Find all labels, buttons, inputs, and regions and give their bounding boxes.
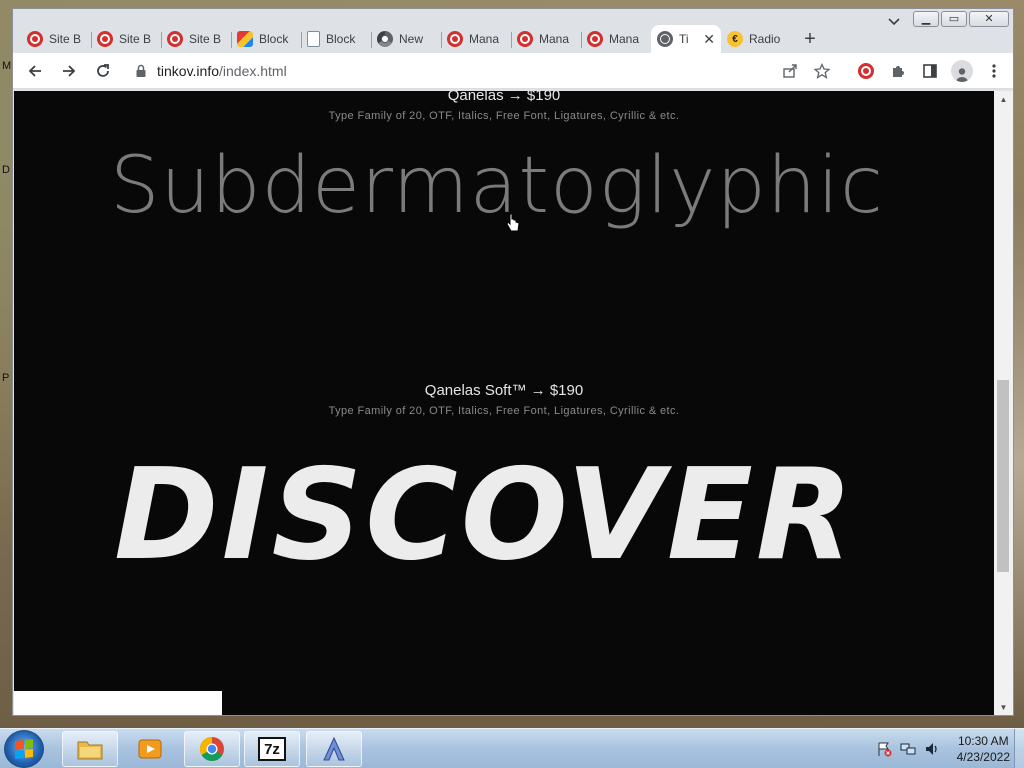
doc-icon <box>307 31 320 47</box>
ublock-icon <box>517 31 533 47</box>
tab[interactable]: Mana <box>441 25 511 53</box>
ublock-icon <box>167 31 183 47</box>
tab-label: Ti <box>679 32 689 46</box>
media-player-icon <box>138 739 162 759</box>
tab-label: Radio <box>749 32 781 46</box>
tab-label: Site B <box>189 32 222 46</box>
tab-strip: Site B Site B Site B Block Block New Man… <box>13 23 1013 53</box>
taskbar-media-player[interactable] <box>122 731 178 767</box>
overlay-panel <box>14 691 222 715</box>
clock-time: 10:30 AM <box>957 734 1009 748</box>
url-host: tinkov.info <box>157 63 219 79</box>
browser-window: ▁ ▭ ✕ Site B Site B Site B Block Block N… <box>12 8 1014 716</box>
clock-date: 4/23/2022 <box>956 750 1010 764</box>
desktop-icon-label: D <box>2 164 10 176</box>
tab-label: Site B <box>49 32 82 46</box>
profile-avatar-icon[interactable] <box>949 57 975 85</box>
tab[interactable]: New <box>371 25 441 53</box>
tab[interactable]: Radio <box>721 25 791 53</box>
forward-button[interactable] <box>53 57 85 85</box>
desktop-icon-label: M <box>2 60 12 72</box>
arrow-right-icon <box>63 64 76 77</box>
show-desktop-button[interactable] <box>1014 729 1024 768</box>
start-button[interactable] <box>4 730 44 768</box>
scroll-thumb[interactable] <box>997 380 1009 572</box>
font-specimen-light: Subdermatoglyphic <box>110 141 884 231</box>
tab-label: Site B <box>119 32 152 46</box>
mouse-cursor-hand-icon <box>506 213 520 232</box>
system-clock[interactable]: 10:30 AM 4/23/2022 <box>957 733 1010 765</box>
lock-icon <box>136 64 146 77</box>
system-tray: 10:30 AM 4/23/2022 <box>875 733 1010 765</box>
reload-button[interactable] <box>87 57 119 85</box>
side-panel-icon[interactable] <box>917 57 943 85</box>
action-center-flag-icon[interactable] <box>875 740 893 758</box>
ublock-icon <box>447 31 463 47</box>
folder-icon <box>77 741 103 760</box>
font-specimen-heavy: DISCOVER <box>114 441 856 588</box>
font-title[interactable]: Qanelas → $190 <box>14 91 994 104</box>
tab-label: Mana <box>539 32 570 46</box>
tab[interactable]: Block <box>301 25 371 53</box>
chrome-icon <box>377 31 393 47</box>
tab-label: Mana <box>609 32 640 46</box>
tab[interactable]: Block <box>231 25 301 53</box>
toolbar: tinkov.info/index.html <box>13 53 1013 89</box>
windows-logo-icon <box>15 739 33 759</box>
scroll-down-arrow-icon[interactable]: ▼ <box>994 699 1013 715</box>
tab-active[interactable]: Ti ✕ <box>651 25 721 53</box>
desktop-icon-label: P <box>2 372 10 384</box>
menu-kebab-icon[interactable] <box>981 57 1007 85</box>
address-bar[interactable]: tinkov.info/index.html <box>125 57 833 85</box>
new-tab-button[interactable]: + <box>795 25 825 53</box>
ublock-icon <box>27 31 43 47</box>
toolbar-actions <box>777 57 1007 85</box>
font-description: Type Family of 20, OTF, Italics, Free Fo… <box>328 110 680 122</box>
taskbar-file-explorer[interactable] <box>62 731 118 767</box>
tab-label: New <box>399 32 424 46</box>
font-description: Type Family of 20, OTF, Italics, Free Fo… <box>328 405 680 417</box>
app-a-icon <box>323 736 345 761</box>
network-icon[interactable] <box>899 740 917 758</box>
ublock-icon <box>587 31 603 47</box>
font-card-qanelas[interactable]: Qanelas → $190 Type Family of 20, OTF, I… <box>14 91 994 122</box>
taskbar-7zip[interactable]: 7z <box>244 731 300 767</box>
radio-icon <box>727 31 743 47</box>
url-path: /index.html <box>219 63 287 79</box>
scroll-up-arrow-icon[interactable]: ▲ <box>994 91 1013 107</box>
taskbar-chrome[interactable] <box>184 731 240 767</box>
paint-icon <box>237 31 253 47</box>
reload-icon <box>97 63 109 77</box>
tab-label: Mana <box>469 32 500 46</box>
vertical-scrollbar[interactable]: ▲ ▼ <box>994 91 1013 715</box>
windows-taskbar: 7z 10:30 AM 4/23/2022 <box>0 728 1024 768</box>
taskbar-app-a[interactable] <box>306 731 362 767</box>
page-content: Qanelas → $190 Type Family of 20, OTF, I… <box>14 91 994 715</box>
7zip-icon: 7z <box>258 737 286 761</box>
extensions-puzzle-icon[interactable] <box>885 57 911 85</box>
tab-label: Block <box>259 32 289 46</box>
globe-icon <box>657 31 673 47</box>
ublock-extension-icon[interactable] <box>853 57 879 85</box>
tab-search-chevron-icon[interactable] <box>887 15 901 32</box>
tab-label: Block <box>326 32 356 46</box>
share-icon[interactable] <box>777 57 803 85</box>
tab[interactable]: Site B <box>21 25 91 53</box>
tab[interactable]: Mana <box>511 25 581 53</box>
font-title[interactable]: Qanelas Soft™ → $190 <box>14 382 994 399</box>
ublock-icon <box>97 31 113 47</box>
close-icon[interactable]: ✕ <box>703 31 715 48</box>
tab[interactable]: Site B <box>91 25 161 53</box>
font-card-qanelas-soft[interactable]: Qanelas Soft™ → $190 Type Family of 20, … <box>14 382 994 417</box>
tab[interactable]: Site B <box>161 25 231 53</box>
volume-icon[interactable] <box>923 740 941 758</box>
chrome-icon <box>199 737 224 762</box>
bookmark-star-icon[interactable] <box>809 57 835 85</box>
back-button[interactable] <box>19 57 51 85</box>
arrow-left-icon <box>28 64 41 77</box>
tab[interactable]: Mana <box>581 25 651 53</box>
